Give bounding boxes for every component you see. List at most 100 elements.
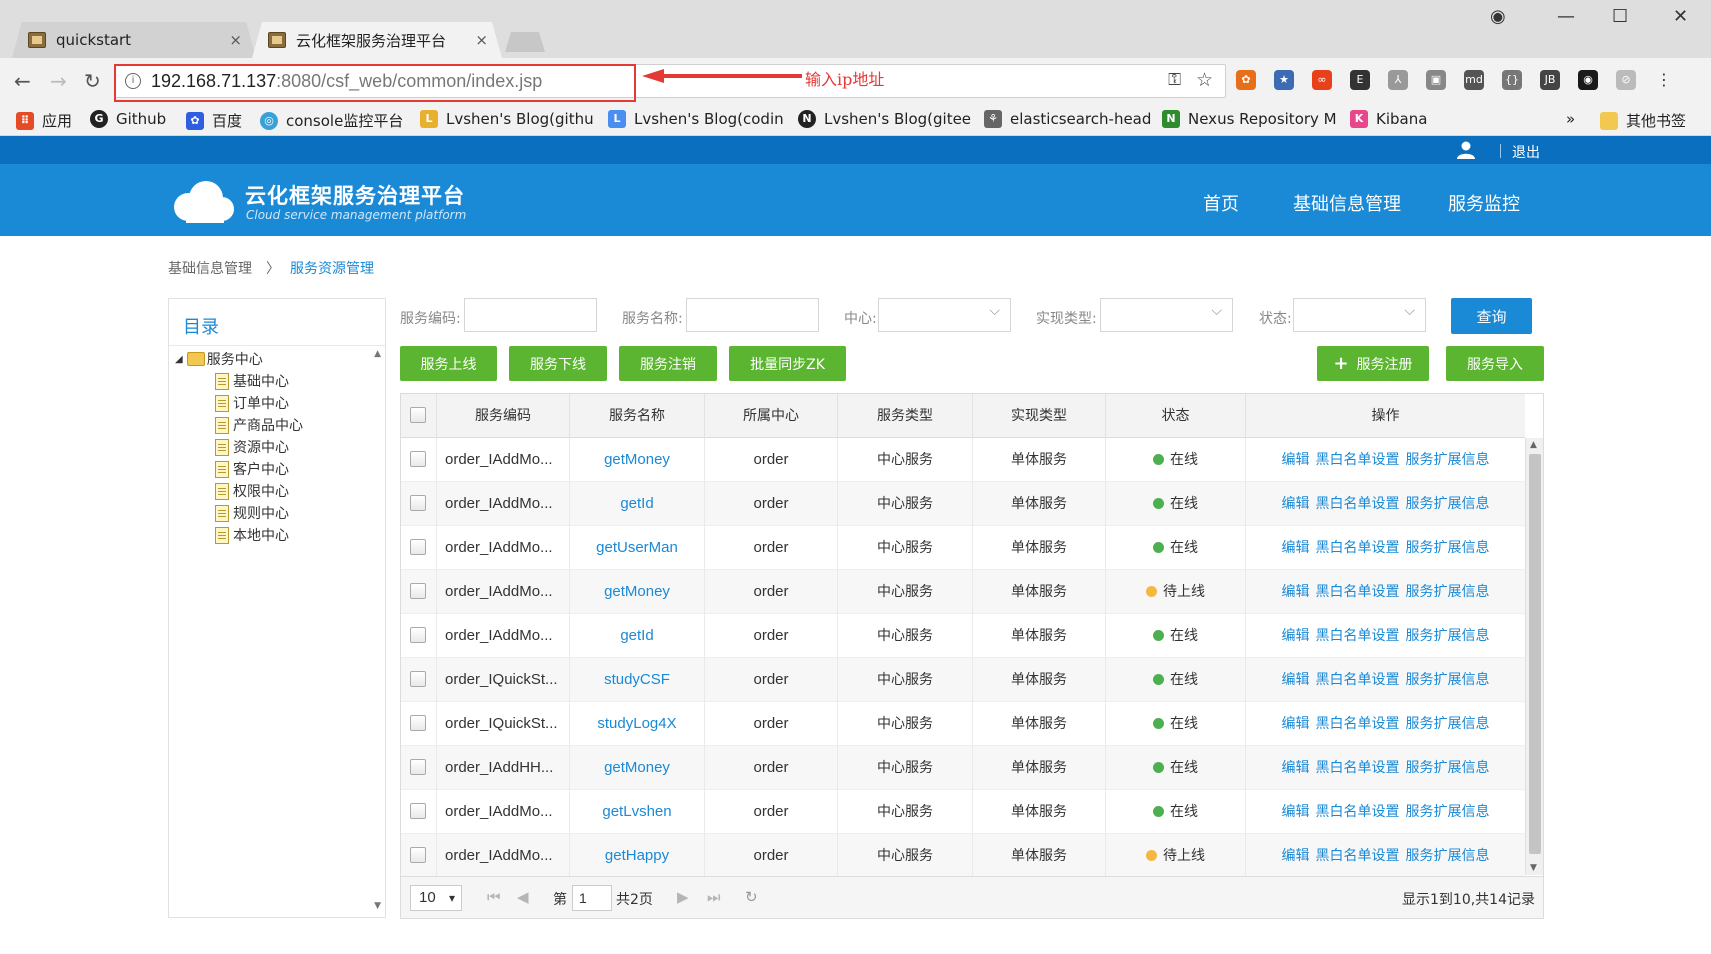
extension-icon[interactable]: ⊘ <box>1616 70 1636 90</box>
status-select[interactable] <box>1293 298 1426 332</box>
header-status[interactable]: 状态 <box>1106 394 1246 438</box>
page-size-select[interactable]: 10 <box>410 885 462 911</box>
center-select[interactable] <box>878 298 1011 332</box>
nav-home[interactable]: 首页 <box>1203 190 1239 216</box>
tree-item[interactable]: 权限中心 <box>215 481 289 501</box>
edit-link[interactable]: 编辑 <box>1282 540 1310 556</box>
extension-icon[interactable]: ◉ <box>1578 70 1598 90</box>
service-online-button[interactable]: 服务上线 <box>400 346 497 381</box>
blackwhite-list-link[interactable]: 黑白名单设置 <box>1316 760 1400 776</box>
edit-link[interactable]: 编辑 <box>1282 804 1310 820</box>
next-page-icon[interactable]: ▶ <box>677 888 689 906</box>
bookmark-kibana[interactable]: K Kibana <box>1350 110 1427 128</box>
blackwhite-list-link[interactable]: 黑白名单设置 <box>1316 672 1400 688</box>
header-service-code[interactable]: 服务编码 <box>437 394 570 438</box>
header-impl-type[interactable]: 实现类型 <box>973 394 1106 438</box>
extension-icon[interactable]: md <box>1464 70 1484 90</box>
query-button[interactable]: 查询 <box>1451 298 1532 334</box>
close-icon[interactable]: × <box>229 31 242 49</box>
bookmark-github[interactable]: G Github <box>90 110 166 128</box>
service-ext-info-link[interactable]: 服务扩展信息 <box>1406 584 1490 600</box>
profile-icon[interactable]: ◉ <box>1490 6 1506 27</box>
service-ext-info-link[interactable]: 服务扩展信息 <box>1406 804 1490 820</box>
grid-scrollbar[interactable]: ▲ ▼ <box>1525 438 1543 875</box>
extension-icon[interactable]: E <box>1350 70 1370 90</box>
extension-icon[interactable]: ✿ <box>1236 70 1256 90</box>
row-checkbox[interactable] <box>410 803 426 819</box>
service-register-button[interactable]: + 服务注册 <box>1317 346 1429 381</box>
row-checkbox[interactable] <box>410 495 426 511</box>
table-row[interactable]: order_IAddMo... getId order 中心服务 单体服务 在线 编辑 黑白名… <box>401 614 1525 658</box>
first-page-icon[interactable]: ⏮ <box>487 888 501 906</box>
bookmark-blog-gitee[interactable]: N Lvshen's Blog(gitee <box>798 110 971 128</box>
service-ext-info-link[interactable]: 服务扩展信息 <box>1406 760 1490 776</box>
reload-icon[interactable]: ↻ <box>84 69 101 93</box>
service-name-link[interactable]: getId <box>570 614 705 658</box>
service-name-link[interactable]: getMoney <box>570 746 705 790</box>
service-ext-info-link[interactable]: 服务扩展信息 <box>1406 672 1490 688</box>
service-name-link[interactable]: getMoney <box>570 570 705 614</box>
tab-platform[interactable]: 云化框架服务治理平台 × <box>252 22 502 58</box>
new-tab-button[interactable] <box>505 32 545 52</box>
tree-item[interactable]: 规则中心 <box>215 503 289 523</box>
service-ext-info-link[interactable]: 服务扩展信息 <box>1406 452 1490 468</box>
bookmark-blog-coding[interactable]: L Lvshen's Blog(codin <box>608 110 784 128</box>
service-name-link[interactable]: studyLog4X <box>570 702 705 746</box>
row-checkbox[interactable] <box>410 715 426 731</box>
row-checkbox[interactable] <box>410 627 426 643</box>
close-icon[interactable]: × <box>475 31 488 49</box>
table-row[interactable]: order_IAddMo... getMoney order 中心服务 单体服务 在线 编辑… <box>401 438 1525 482</box>
service-ext-info-link[interactable]: 服务扩展信息 <box>1406 628 1490 644</box>
blackwhite-list-link[interactable]: 黑白名单设置 <box>1316 540 1400 556</box>
select-all-checkbox[interactable] <box>410 407 426 423</box>
row-checkbox[interactable] <box>410 451 426 467</box>
edit-link[interactable]: 编辑 <box>1282 672 1310 688</box>
extension-icon[interactable]: JB <box>1540 70 1560 90</box>
service-name-link[interactable]: getHappy <box>570 834 705 878</box>
key-icon[interactable]: ⚿ <box>1168 70 1181 90</box>
scroll-down-icon[interactable]: ▼ <box>374 901 381 911</box>
batch-sync-zk-button[interactable]: 批量同步ZK <box>729 346 846 381</box>
tree-root-service-center[interactable]: ◢ 服务中心 <box>175 349 263 369</box>
blackwhite-list-link[interactable]: 黑白名单设置 <box>1316 496 1400 512</box>
maximize-icon[interactable]: ☐ <box>1612 6 1628 27</box>
blackwhite-list-link[interactable]: 黑白名单设置 <box>1316 804 1400 820</box>
extension-icon[interactable]: ∞ <box>1312 70 1332 90</box>
service-ext-info-link[interactable]: 服务扩展信息 <box>1406 496 1490 512</box>
service-ext-info-link[interactable]: 服务扩展信息 <box>1406 716 1490 732</box>
row-checkbox[interactable] <box>410 759 426 775</box>
header-service-type[interactable]: 服务类型 <box>838 394 973 438</box>
tree-item[interactable]: 产商品中心 <box>215 415 303 435</box>
row-checkbox[interactable] <box>410 583 426 599</box>
bookmarks-more-button[interactable]: » <box>1566 110 1575 128</box>
service-name-input[interactable] <box>686 298 819 332</box>
blackwhite-list-link[interactable]: 黑白名单设置 <box>1316 628 1400 644</box>
scrollbar-thumb[interactable] <box>1529 454 1541 854</box>
logout-link[interactable]: 退出 <box>1512 142 1540 162</box>
service-import-button[interactable]: 服务导入 <box>1446 346 1544 381</box>
table-row[interactable]: order_IQuickSt... studyLog4X order 中心服务 单体服务… <box>401 702 1525 746</box>
table-row[interactable]: order_IAddMo... getUserMan order 中心服务 单体服务 在线… <box>401 526 1525 570</box>
last-page-icon[interactable]: ⏭ <box>707 888 721 906</box>
service-cancel-button[interactable]: 服务注销 <box>619 346 717 381</box>
row-checkbox[interactable] <box>410 671 426 687</box>
edit-link[interactable]: 编辑 <box>1282 452 1310 468</box>
page-number-input[interactable]: 1 <box>572 885 612 911</box>
window-close-icon[interactable]: ✕ <box>1673 6 1688 27</box>
extension-icon[interactable]: ⅄ <box>1388 70 1408 90</box>
scroll-up-icon[interactable]: ▲ <box>374 349 381 359</box>
service-name-link[interactable]: getUserMan <box>570 526 705 570</box>
scroll-up-icon[interactable]: ▲ <box>1530 440 1537 450</box>
table-row[interactable]: order_IQuickSt... studyCSF order 中心服务 单体服务 在线… <box>401 658 1525 702</box>
header-service-name[interactable]: 服务名称 <box>570 394 705 438</box>
tree-item[interactable]: 客户中心 <box>215 459 289 479</box>
service-name-link[interactable]: getId <box>570 482 705 526</box>
edit-link[interactable]: 编辑 <box>1282 584 1310 600</box>
blackwhite-list-link[interactable]: 黑白名单设置 <box>1316 848 1400 864</box>
table-row[interactable]: order_IAddMo... getLvshen order 中心服务 单体服务 在线 编… <box>401 790 1525 834</box>
edit-link[interactable]: 编辑 <box>1282 496 1310 512</box>
service-offline-button[interactable]: 服务下线 <box>509 346 607 381</box>
bookmark-other[interactable]: 其他书签 <box>1600 110 1686 131</box>
table-row[interactable]: order_IAddMo... getId order 中心服务 单体服务 在线 编辑 黑白名… <box>401 482 1525 526</box>
tree-item[interactable]: 基础中心 <box>215 371 289 391</box>
